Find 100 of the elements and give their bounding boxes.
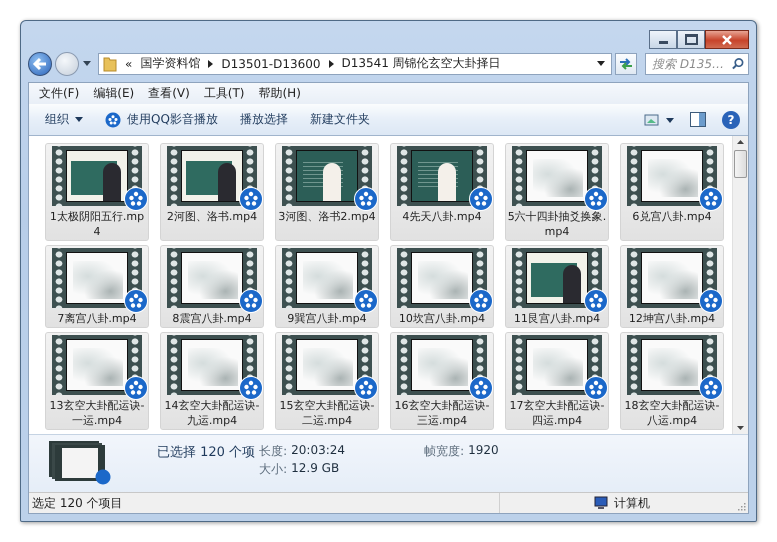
player-badge-icon (584, 376, 608, 400)
menu-item[interactable]: 工具(T) (196, 85, 252, 102)
player-badge-icon (469, 376, 493, 400)
toolbar-button[interactable]: 组织 (37, 108, 91, 131)
file-name: 6兑宫八卦.mp4 (631, 209, 713, 224)
player-badge-icon (469, 289, 493, 313)
file-name: 3河图、洛书2.mp4 (277, 209, 377, 224)
file-name: 5六十四卦抽爻换象.mp4 (507, 209, 607, 239)
scrollbar-thumb[interactable] (734, 150, 747, 178)
file-tile[interactable]: 15玄空大卦配运诀-二运.mp4 (275, 332, 379, 430)
file-name: 18玄空大卦配运诀-八运.mp4 (624, 398, 720, 428)
player-badge-icon (699, 187, 723, 211)
file-tile[interactable]: 1太极阴阳五行.mp4 (45, 143, 149, 241)
breadcrumb-item[interactable]: D13501-D13600 (221, 56, 321, 71)
toolbar-button[interactable]: 播放选择 (232, 108, 296, 131)
menu-item[interactable]: 文件(F) (32, 85, 86, 102)
menu-item[interactable]: 编辑(E) (86, 85, 142, 102)
file-tile[interactable]: 6兑宫八卦.mp4 (620, 143, 724, 241)
scroll-down-icon[interactable] (737, 426, 744, 430)
property-label: 帧宽度: (424, 443, 464, 460)
resize-grip-icon[interactable] (738, 503, 746, 511)
property-value: 1920 (468, 443, 499, 459)
player-badge-icon (124, 376, 148, 400)
minimize-button[interactable] (649, 30, 677, 49)
file-tile[interactable]: 3河图、洛书2.mp4 (275, 143, 379, 241)
file-name: 11艮宫八卦.mp4 (512, 311, 602, 326)
breadcrumb-item[interactable]: D13541 周锦伦玄空大卦择日 (342, 55, 501, 72)
file-tile[interactable]: 18玄空大卦配运诀-八运.mp4 (620, 332, 724, 430)
file-name: 12坤宫八卦.mp4 (628, 311, 716, 326)
player-badge-icon (699, 289, 723, 313)
player-badge-icon (239, 376, 263, 400)
player-badge-icon (354, 187, 378, 211)
file-tile[interactable]: 13玄空大卦配运诀-一运.mp4 (45, 332, 149, 430)
file-tile[interactable]: 7离宫八卦.mp4 (45, 245, 149, 328)
video-stack-icon (47, 439, 113, 485)
file-name: 15玄空大卦配运诀-二运.mp4 (278, 398, 376, 428)
file-tile[interactable]: 5六十四卦抽爻换象.mp4 (505, 143, 609, 241)
player-badge-icon (469, 187, 493, 211)
player-badge-icon (354, 376, 378, 400)
player-badge-icon (699, 376, 723, 400)
toolbar-button[interactable]: 使用QQ影音播放 (97, 108, 226, 131)
file-tile[interactable]: 17玄空大卦配运诀-四运.mp4 (505, 332, 609, 430)
file-name: 8震宫八卦.mp4 (171, 311, 253, 326)
player-badge-icon (584, 187, 608, 211)
address-bar[interactable]: « 国学资料馆 D13501-D13600 D13541 周锦伦玄空大卦择日 (98, 52, 612, 75)
file-name: 16玄空大卦配运诀-三运.mp4 (394, 398, 490, 428)
scrollbar[interactable] (732, 136, 748, 434)
file-name: 9巽宫八卦.mp4 (286, 311, 368, 326)
help-button[interactable]: ? (722, 110, 740, 128)
property-label: 大小: (259, 461, 288, 478)
file-tile[interactable]: 2河图、洛书.mp4 (160, 143, 264, 241)
refresh-button[interactable] (615, 52, 637, 75)
player-badge-icon (124, 289, 148, 313)
folder-icon (103, 56, 117, 72)
dropdown-arrow-icon[interactable] (597, 61, 605, 66)
file-tile[interactable]: 11艮宫八卦.mp4 (505, 245, 609, 328)
view-picture-icon (644, 112, 674, 126)
file-name: 1太极阴阳五行.mp4 (48, 209, 146, 239)
file-tile[interactable]: 8震宫八卦.mp4 (160, 245, 264, 328)
back-arrow-icon (32, 56, 48, 71)
search-icon (732, 57, 744, 70)
caret-icon (75, 117, 83, 122)
file-name: 13玄空大卦配运诀-一运.mp4 (48, 398, 146, 428)
breadcrumb-arrow-icon[interactable] (328, 60, 334, 68)
overflow-chevron[interactable]: « (125, 56, 132, 71)
close-icon (721, 34, 733, 44)
file-tile[interactable]: 4先天八卦.mp4 (390, 143, 494, 241)
pane-icon (690, 112, 706, 127)
file-tile[interactable]: 12坤宫八卦.mp4 (620, 245, 724, 328)
file-name: 17玄空大卦配运诀-四运.mp4 (508, 398, 606, 428)
selection-summary: 已选择 120 个项 (157, 444, 256, 461)
player-badge-icon (354, 289, 378, 313)
file-name: 7离宫八卦.mp4 (56, 311, 138, 326)
file-tile[interactable]: 9巽宫八卦.mp4 (275, 245, 379, 328)
file-tile[interactable]: 16玄空大卦配运诀-三运.mp4 (390, 332, 494, 430)
maximize-button[interactable] (677, 30, 705, 49)
breadcrumb-item[interactable]: 国学资料馆 (140, 55, 200, 72)
file-tile[interactable]: 14玄空大卦配运诀-九运.mp4 (160, 332, 264, 430)
dropdown-arrow-icon[interactable] (83, 61, 91, 66)
player-badge-icon (584, 289, 608, 313)
file-name: 2河图、洛书.mp4 (166, 209, 258, 224)
player-badge-icon (239, 289, 263, 313)
property-value: 20:03:24 (291, 443, 346, 459)
status-text: 选定 120 个项目 (32, 494, 123, 512)
file-name: 4先天八卦.mp4 (401, 209, 483, 224)
file-name: 10坎宫八卦.mp4 (398, 311, 486, 326)
search-field[interactable]: 搜索 D135… (645, 52, 749, 75)
player-badge-icon (239, 187, 263, 211)
file-tile[interactable]: 10坎宫八卦.mp4 (390, 245, 494, 328)
menu-item[interactable]: 帮助(H) (252, 85, 308, 102)
breadcrumb-arrow-icon[interactable] (208, 60, 214, 68)
file-name: 14玄空大卦配运诀-九运.mp4 (164, 398, 260, 428)
close-button[interactable] (705, 30, 749, 49)
menu-item[interactable]: 查看(V) (141, 85, 197, 102)
player-badge-icon (124, 187, 148, 211)
toolbar-button[interactable]: 新建文件夹 (302, 108, 378, 131)
property-value: 12.9 GB (291, 461, 340, 477)
back-button[interactable] (28, 52, 52, 76)
scroll-up-icon[interactable] (737, 140, 744, 144)
refresh-arrows-icon (618, 56, 634, 71)
